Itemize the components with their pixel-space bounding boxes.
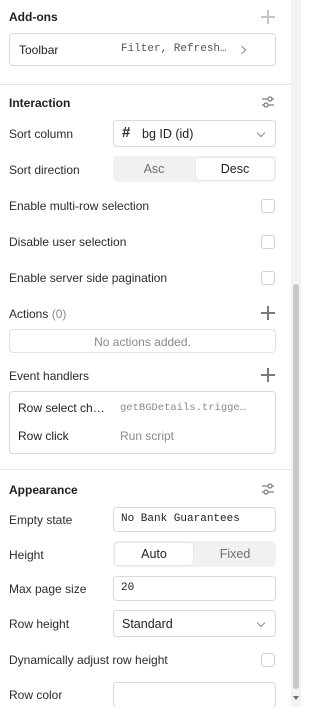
height-toggle: Auto Fixed xyxy=(113,541,276,567)
max-page-size-input[interactable]: 20 xyxy=(113,576,276,601)
server-pagination-checkbox[interactable] xyxy=(261,271,275,285)
hash-icon: # xyxy=(122,124,131,141)
no-actions-text: No actions added. xyxy=(94,335,191,349)
event-handlers-list: Row select ch… getBGDetails.trigge… Row … xyxy=(9,391,276,454)
addons-section-title: Add-ons xyxy=(9,10,58,24)
row-color-input[interactable] xyxy=(113,682,276,707)
empty-state-label: Empty state xyxy=(9,513,73,527)
multi-row-selection-checkbox[interactable] xyxy=(261,199,275,213)
inspector-panel: Add-ons Toolbar Filter, Refresh… Interac… xyxy=(0,0,291,707)
scrollbar[interactable] xyxy=(291,0,301,707)
empty-state-value: No Bank Guarantees xyxy=(121,513,240,525)
scrollbar-thumb[interactable] xyxy=(293,284,299,689)
max-page-size-value: 20 xyxy=(121,582,135,594)
add-addon-icon[interactable] xyxy=(261,10,275,24)
max-page-size-label: Max page size xyxy=(9,582,87,596)
row-height-value: Standard xyxy=(122,617,173,631)
appearance-settings-sliders-icon[interactable] xyxy=(261,482,275,496)
height-label: Height xyxy=(9,548,44,562)
event-handlers-label: Event handlers xyxy=(9,369,90,383)
event-handler-row[interactable]: Row click Run script xyxy=(10,423,275,454)
row-height-label: Row height xyxy=(9,617,70,631)
chevron-down-icon xyxy=(256,128,266,138)
event-handler-action: getBGDetails.trigge… xyxy=(120,402,247,414)
height-fixed-option[interactable]: Fixed xyxy=(196,543,274,565)
add-action-icon[interactable] xyxy=(261,306,275,320)
multi-row-selection-label: Enable multi-row selection xyxy=(9,199,150,213)
section-divider xyxy=(0,84,291,85)
sort-column-label: Sort column xyxy=(9,127,74,141)
interaction-section-title: Interaction xyxy=(9,96,71,110)
toolbar-addon-row[interactable]: Toolbar Filter, Refresh… xyxy=(9,33,276,66)
actions-label: Actions (0) xyxy=(9,307,66,321)
event-handler-event: Row click xyxy=(18,429,69,443)
sort-column-select[interactable]: # bg ID (id) xyxy=(113,120,276,147)
toolbar-value: Filter, Refresh… xyxy=(121,43,227,55)
row-height-select[interactable]: Standard xyxy=(113,610,276,637)
event-handler-event: Row select ch… xyxy=(18,401,105,415)
sort-asc-option[interactable]: Asc xyxy=(115,158,193,180)
dynamic-row-height-checkbox[interactable] xyxy=(261,653,275,667)
chevron-right-icon xyxy=(237,45,247,55)
sort-direction-label: Sort direction xyxy=(9,163,80,177)
event-handler-row[interactable]: Row select ch… getBGDetails.trigge… xyxy=(10,392,275,423)
dynamic-row-height-label: Dynamically adjust row height xyxy=(9,653,168,667)
event-handler-action: Run script xyxy=(120,429,175,443)
add-event-handler-icon[interactable] xyxy=(261,368,275,382)
section-divider xyxy=(0,469,291,470)
sort-direction-toggle: Asc Desc xyxy=(113,156,276,182)
toolbar-label: Toolbar xyxy=(19,43,59,57)
empty-state-input[interactable]: No Bank Guarantees xyxy=(113,507,276,532)
sort-column-value: bg ID (id) xyxy=(142,127,194,141)
chevron-down-icon xyxy=(256,618,266,628)
disable-user-selection-label: Disable user selection xyxy=(9,235,127,249)
appearance-section-title: Appearance xyxy=(9,483,78,497)
actions-count: (0) xyxy=(51,307,67,321)
actions-empty-box: No actions added. xyxy=(9,329,276,353)
server-pagination-label: Enable server side pagination xyxy=(9,271,168,285)
interaction-settings-sliders-icon[interactable] xyxy=(261,95,275,109)
disable-user-selection-checkbox[interactable] xyxy=(261,235,275,249)
scroll-down-arrow-icon[interactable] xyxy=(293,696,299,701)
row-color-label: Row color xyxy=(9,688,63,702)
height-auto-option[interactable]: Auto xyxy=(115,543,193,565)
sort-desc-option[interactable]: Desc xyxy=(196,158,274,180)
actions-label-text: Actions xyxy=(9,307,49,321)
